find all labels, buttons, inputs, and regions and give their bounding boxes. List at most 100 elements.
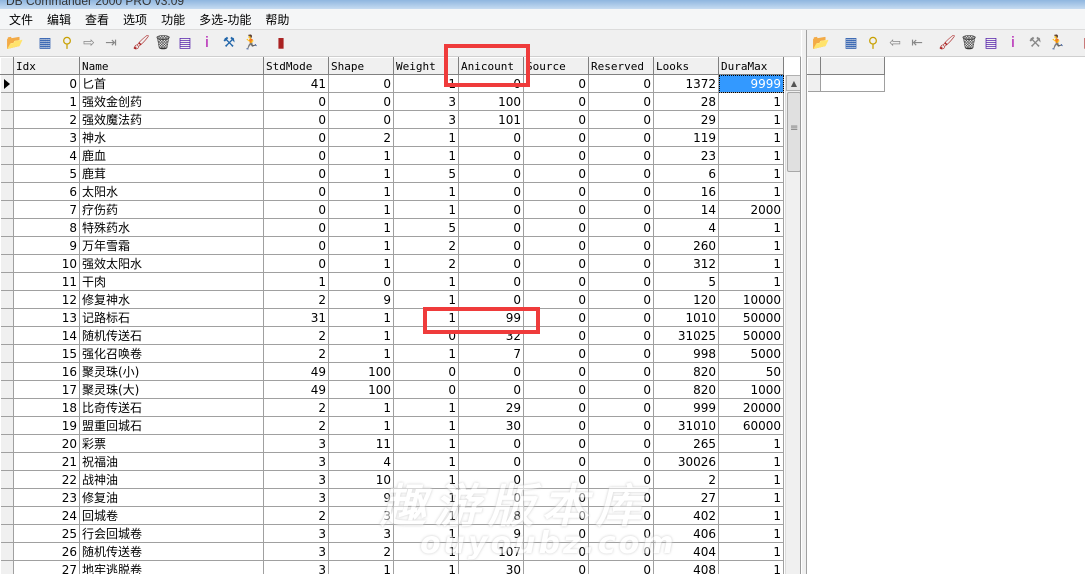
cell-looks[interactable]: 1010 [653, 308, 719, 327]
cell-reserved[interactable]: 0 [588, 164, 654, 183]
exit-door-icon[interactable]: ▮ [1076, 32, 1085, 54]
cell-looks[interactable]: 23 [653, 146, 719, 165]
cell-looks[interactable]: 14 [653, 200, 719, 219]
cell-shape[interactable]: 11 [328, 434, 394, 453]
cell-weight[interactable]: 1 [393, 182, 459, 201]
paint-brush-icon[interactable]: 🖌 [936, 32, 958, 54]
cell-weight[interactable]: 1 [393, 272, 459, 291]
cell-stdmode[interactable]: 49 [263, 362, 329, 381]
cell-idx[interactable]: 14 [13, 326, 80, 345]
cell-idx[interactable]: 26 [13, 542, 80, 561]
row-indicator[interactable] [0, 200, 14, 219]
cell-duramax[interactable]: 9999 [718, 74, 784, 93]
secondary-grid-row[interactable] [807, 74, 885, 92]
column-header-name[interactable]: Name [79, 57, 264, 75]
cell-source[interactable]: 0 [523, 272, 589, 291]
cell-name[interactable]: 记路标石 [79, 308, 264, 327]
cell-anicount[interactable]: 32 [458, 326, 524, 345]
cell-name[interactable]: 比奇传送石 [79, 398, 264, 417]
arrow-right-icon[interactable]: ⇨ [78, 32, 100, 54]
column-header-looks[interactable]: Looks [653, 57, 719, 75]
cell-name[interactable]: 强效金创药 [79, 92, 264, 111]
cell-source[interactable]: 0 [523, 506, 589, 525]
info-icon[interactable]: i [196, 32, 218, 54]
table-row[interactable]: 1 强效金创药 0 0 3 100 0 0 28 1 [0, 92, 784, 111]
cell-source[interactable]: 0 [523, 452, 589, 471]
cell-name[interactable]: 神水 [79, 128, 264, 147]
cell-looks[interactable]: 119 [653, 128, 719, 147]
cell-idx[interactable]: 7 [13, 200, 80, 219]
cell-source[interactable]: 0 [523, 128, 589, 147]
table-row[interactable]: 23 修复油 3 9 1 0 0 0 27 1 [0, 488, 784, 507]
cell-source[interactable]: 0 [523, 308, 589, 327]
cell-reserved[interactable]: 0 [588, 92, 654, 111]
table-row[interactable]: 27 地牢逃脱卷 3 1 1 30 0 0 408 1 [0, 560, 784, 574]
cell-weight[interactable]: 1 [393, 344, 459, 363]
cell-name[interactable]: 祝福油 [79, 452, 264, 471]
cell-reserved[interactable]: 0 [588, 542, 654, 561]
row-indicator[interactable] [0, 272, 14, 291]
cell-name[interactable]: 聚灵珠(大) [79, 380, 264, 399]
running-man-icon[interactable]: 🏃 [1046, 32, 1068, 54]
cell-shape[interactable]: 1 [328, 164, 394, 183]
cell-reserved[interactable]: 0 [588, 200, 654, 219]
column-header-weight[interactable]: Weight [393, 57, 459, 75]
cell-stdmode[interactable]: 2 [263, 326, 329, 345]
cell-idx[interactable]: 13 [13, 308, 80, 327]
cell-looks[interactable]: 2 [653, 470, 719, 489]
cell-name[interactable]: 彩票 [79, 434, 264, 453]
cell-duramax[interactable]: 50 [718, 362, 784, 381]
cell-name[interactable]: 强效太阳水 [79, 254, 264, 273]
cell-idx[interactable]: 4 [13, 146, 80, 165]
cell-shape[interactable]: 4 [328, 452, 394, 471]
cell-anicount[interactable]: 107 [458, 542, 524, 561]
cell-anicount[interactable]: 99 [458, 308, 524, 327]
cell-duramax[interactable]: 1 [718, 236, 784, 255]
cell-source[interactable]: 0 [523, 164, 589, 183]
cell-shape[interactable]: 1 [328, 200, 394, 219]
cell-stdmode[interactable]: 0 [263, 254, 329, 273]
cell-idx[interactable]: 23 [13, 488, 80, 507]
cell-weight[interactable]: 0 [393, 380, 459, 399]
table-grid-icon[interactable]: ▦ [840, 32, 862, 54]
menu-edit[interactable]: 编辑 [40, 11, 78, 28]
row-indicator[interactable] [0, 488, 14, 507]
cell-duramax[interactable]: 1 [718, 92, 784, 111]
cell-stdmode[interactable]: 3 [263, 434, 329, 453]
cell-name[interactable]: 随机传送石 [79, 326, 264, 345]
cell-name[interactable]: 修复神水 [79, 290, 264, 309]
table-row[interactable]: 13 记路标石 31 1 1 99 0 0 1010 50000 [0, 308, 784, 327]
cell-idx[interactable]: 18 [13, 398, 80, 417]
cell-weight[interactable]: 5 [393, 164, 459, 183]
cell-looks[interactable]: 998 [653, 344, 719, 363]
cell-duramax[interactable]: 10000 [718, 290, 784, 309]
row-indicator[interactable] [0, 308, 14, 327]
cell-source[interactable]: 0 [523, 200, 589, 219]
cell-shape[interactable]: 9 [328, 290, 394, 309]
cell-weight[interactable]: 1 [393, 416, 459, 435]
cell-reserved[interactable]: 0 [588, 308, 654, 327]
row-indicator[interactable] [0, 164, 14, 183]
row-indicator[interactable] [0, 416, 14, 435]
row-indicator[interactable] [0, 452, 14, 471]
cell-duramax[interactable]: 1 [718, 128, 784, 147]
cell-weight[interactable]: 1 [393, 308, 459, 327]
column-header-anicount[interactable]: Anicount [458, 57, 524, 75]
cell-idx[interactable]: 20 [13, 434, 80, 453]
cell-anicount[interactable]: 8 [458, 506, 524, 525]
cell-idx[interactable]: 0 [13, 74, 80, 93]
search-tools-icon[interactable]: ⚒ [1024, 32, 1046, 54]
info-icon[interactable]: i [1002, 32, 1024, 54]
cell-idx[interactable]: 22 [13, 470, 80, 489]
cell-source[interactable]: 0 [523, 488, 589, 507]
cell-reserved[interactable]: 0 [588, 74, 654, 93]
exit-door-icon[interactable]: ▮ [270, 32, 292, 54]
cell-looks[interactable]: 16 [653, 182, 719, 201]
row-indicator[interactable] [0, 254, 14, 273]
cell-looks[interactable]: 6 [653, 164, 719, 183]
cell-anicount[interactable]: 0 [458, 146, 524, 165]
cell-duramax[interactable]: 1 [718, 560, 784, 574]
cell-anicount[interactable]: 9 [458, 524, 524, 543]
cell-weight[interactable]: 1 [393, 506, 459, 525]
cell-looks[interactable]: 1372 [653, 74, 719, 93]
